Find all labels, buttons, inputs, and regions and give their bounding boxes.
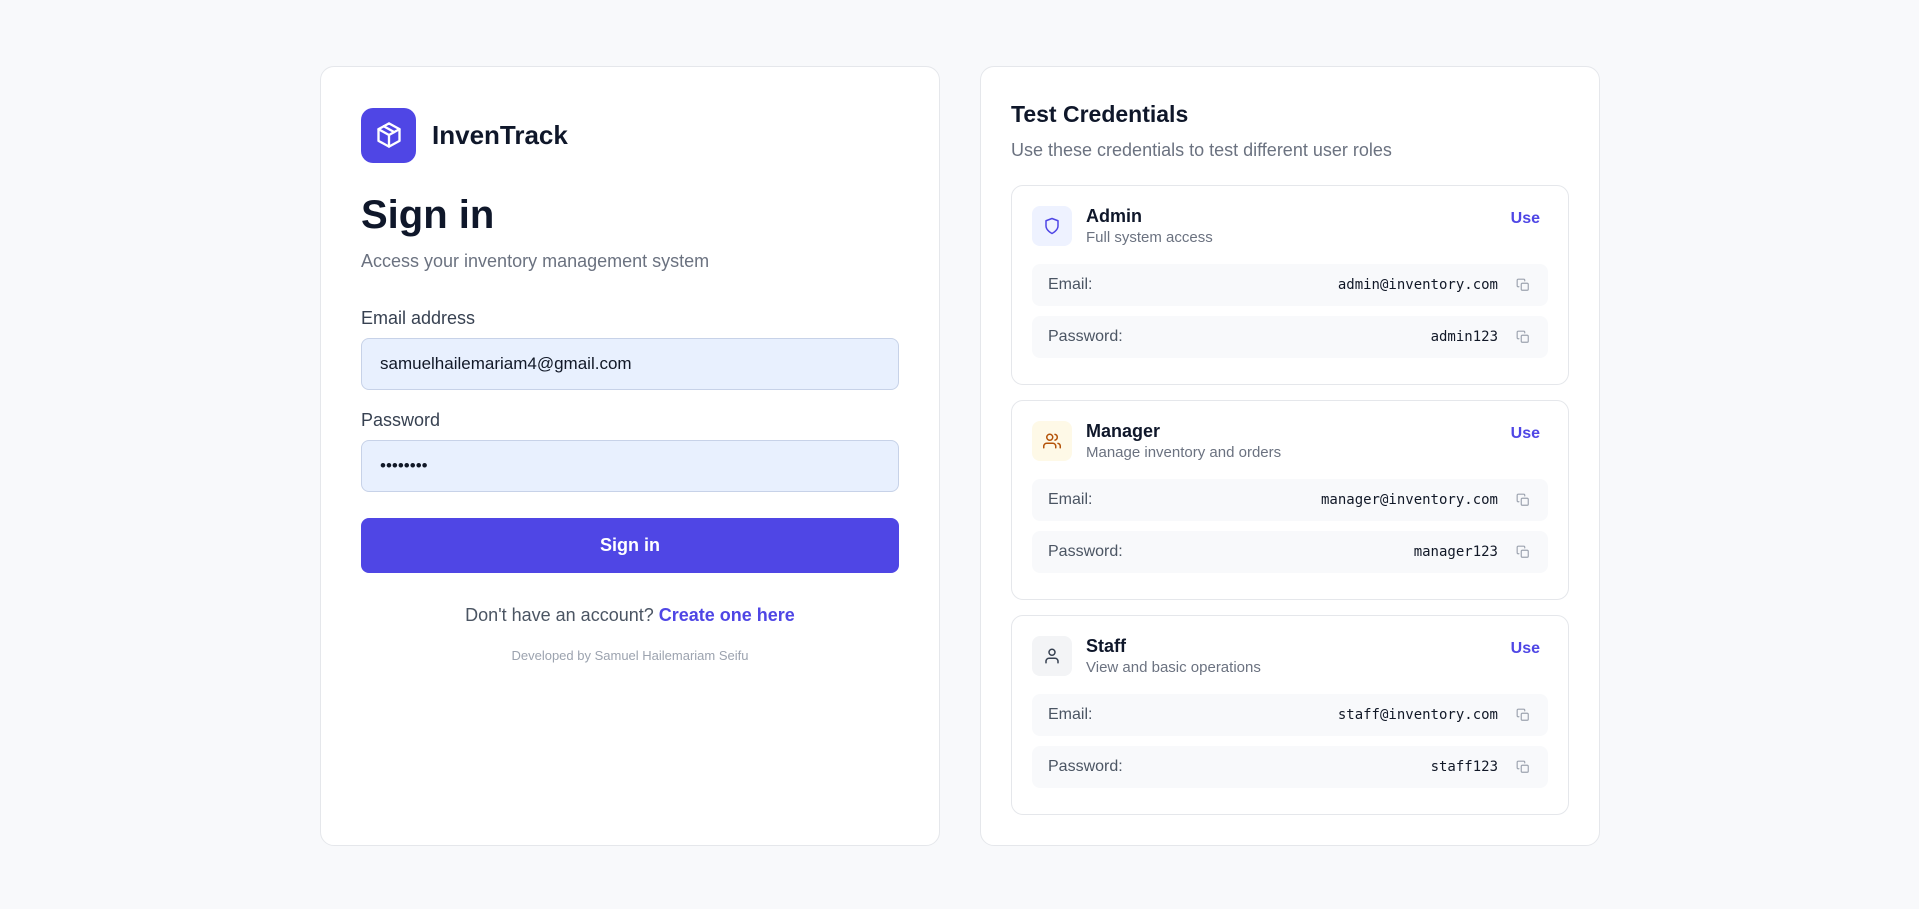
developer-credit: Developed by Samuel Hailemariam Seifu: [511, 648, 749, 663]
email-field-group: Email address: [361, 308, 899, 390]
role-name: Staff: [1086, 636, 1126, 656]
copy-icon[interactable]: [1514, 276, 1532, 294]
password-row-label: Password:: [1048, 328, 1123, 345]
use-manager-button[interactable]: Use: [1511, 425, 1540, 443]
use-admin-button[interactable]: Use: [1511, 210, 1540, 228]
role-description: Full system access: [1086, 229, 1213, 246]
credentials-title: Test Credentials: [1011, 101, 1189, 127]
role-description: Manage inventory and orders: [1086, 444, 1282, 461]
email-value: manager@inventory.com: [1320, 492, 1498, 508]
email-value: admin@inventory.com: [1337, 277, 1498, 293]
login-card: InvenTrack Sign in Access your inventory…: [320, 66, 940, 846]
email-row: Email: admin@inventory.com: [1032, 264, 1548, 306]
signup-row: Don't have an account? Create one here: [361, 605, 899, 626]
copy-icon[interactable]: [1514, 328, 1532, 346]
role-name: Manager: [1086, 421, 1161, 441]
password-label: Password: [361, 410, 441, 430]
users-icon: [1032, 421, 1072, 461]
copy-icon[interactable]: [1514, 706, 1532, 724]
use-staff-button[interactable]: Use: [1511, 640, 1540, 658]
page-title: Sign in: [361, 193, 495, 237]
password-row: Password: admin123: [1032, 316, 1548, 358]
role-card-manager: Manager Manage inventory and orders Use …: [1011, 400, 1569, 600]
password-value: manager123: [1413, 544, 1498, 560]
password-row-label: Password:: [1048, 543, 1123, 560]
email-row: Email: staff@inventory.com: [1032, 694, 1548, 736]
role-description: View and basic operations: [1086, 659, 1261, 676]
sign-in-button[interactable]: Sign in: [361, 518, 899, 573]
password-field[interactable]: [361, 440, 899, 492]
credentials-card: Test Credentials Use these credentials t…: [980, 66, 1600, 846]
role-card-staff: Staff View and basic operations Use Emai…: [1011, 615, 1569, 815]
email-label: Email address: [361, 308, 476, 328]
brand: InvenTrack: [361, 107, 899, 163]
password-value: admin123: [1430, 329, 1498, 345]
password-field-group: Password: [361, 410, 899, 492]
create-account-link[interactable]: Create one here: [659, 605, 795, 625]
package-icon: [361, 107, 416, 163]
role-card-admin: Admin Full system access Use Email: admi…: [1011, 185, 1569, 385]
shield-icon: [1032, 206, 1072, 246]
copy-icon[interactable]: [1514, 543, 1532, 561]
brand-name: InvenTrack: [432, 119, 568, 150]
role-name: Admin: [1086, 206, 1142, 226]
email-row-label: Email:: [1048, 276, 1093, 293]
copy-icon[interactable]: [1514, 491, 1532, 509]
email-row: Email: manager@inventory.com: [1032, 479, 1548, 521]
email-value: staff@inventory.com: [1337, 707, 1498, 723]
password-row-label: Password:: [1048, 758, 1123, 775]
page-subtitle: Access your inventory management system: [361, 251, 710, 271]
signup-prompt: Don't have an account?: [465, 605, 654, 625]
email-row-label: Email:: [1048, 706, 1093, 723]
password-row: Password: staff123: [1032, 746, 1548, 788]
copy-icon[interactable]: [1514, 758, 1532, 776]
email-row-label: Email:: [1048, 491, 1093, 508]
credentials-subtitle: Use these credentials to test different …: [1011, 140, 1392, 160]
email-field[interactable]: [361, 338, 899, 390]
role-list: Admin Full system access Use Email: admi…: [1011, 185, 1569, 815]
password-value: staff123: [1430, 759, 1498, 775]
password-row: Password: manager123: [1032, 531, 1548, 573]
user-icon: [1032, 636, 1072, 676]
